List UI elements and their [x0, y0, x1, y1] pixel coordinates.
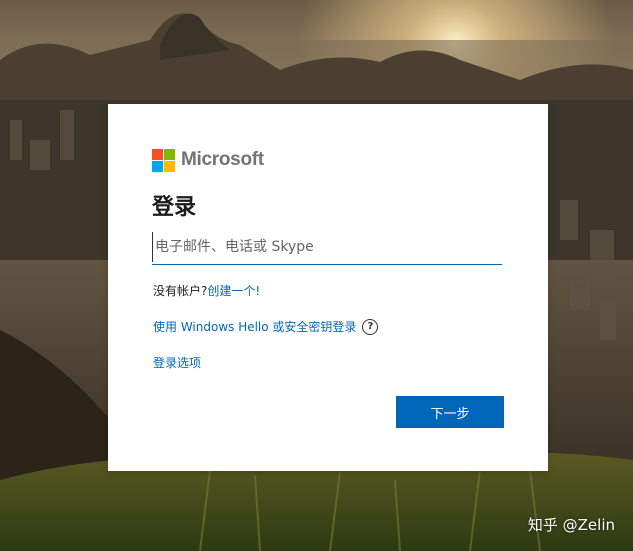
no-account-row: 没有帐户?创建一个!	[153, 282, 260, 299]
microsoft-logo-icon	[152, 148, 175, 172]
signin-card: Microsoft 登录 没有帐户?创建一个! 使用 Windows Hello…	[108, 104, 548, 471]
signin-options-link[interactable]: 登录选项	[153, 356, 201, 370]
help-icon[interactable]: ?	[362, 318, 379, 335]
email-phone-skype-input[interactable]	[152, 232, 507, 262]
page-title: 登录	[152, 195, 197, 220]
windows-hello-link[interactable]: 使用 Windows Hello 或安全密钥登录	[153, 318, 356, 335]
create-account-link[interactable]: 创建一个!	[207, 284, 260, 298]
next-button[interactable]: 下一步	[396, 396, 504, 428]
watermark: 知乎 @Zelin	[527, 516, 615, 534]
microsoft-logo: Microsoft	[152, 148, 264, 172]
email-field-container	[152, 232, 507, 265]
windows-hello-row: 使用 Windows Hello 或安全密钥登录 ?	[153, 318, 379, 335]
no-account-text: 没有帐户?	[153, 284, 208, 298]
signin-options-row: 登录选项	[153, 354, 201, 371]
brand-name: Microsoft	[181, 149, 264, 170]
